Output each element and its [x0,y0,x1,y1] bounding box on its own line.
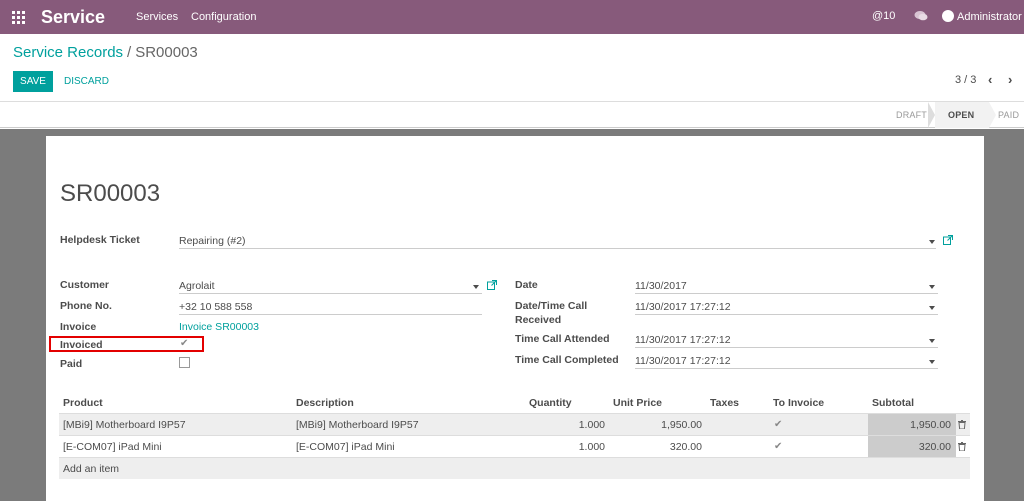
external-link-icon[interactable] [943,235,953,245]
call-completed-label: Time Call Completed [515,354,619,366]
user-avatar-icon[interactable] [942,10,954,22]
stage-open[interactable]: OPEN [948,110,974,120]
field-underline [635,314,938,315]
call-attended-field[interactable]: 11/30/2017 17:27:12 [635,334,731,346]
call-received-field[interactable]: 11/30/2017 17:27:12 [635,301,731,313]
field-underline [635,293,938,294]
column-header-product[interactable]: Product [63,397,103,409]
dropdown-caret-icon[interactable] [929,360,935,364]
save-button[interactable]: SAVE [13,71,53,92]
row-subtotal: 320.00 [918,441,951,453]
highlight-box [49,336,204,352]
row-quantity[interactable]: 1.000 [545,419,605,431]
stage-paid[interactable]: PAID [998,110,1019,120]
row-description[interactable]: [MBi9] Motherboard I9P57 [296,419,419,431]
date-field[interactable]: 11/30/2017 [635,280,687,292]
add-item-link[interactable]: Add an item [63,463,119,475]
stage-separator [989,102,996,128]
helpdesk-ticket-label: Helpdesk Ticket [60,234,140,246]
row-subtotal: 1,950.00 [910,419,951,431]
phone-label: Phone No. [60,300,112,312]
customer-field[interactable]: Agrolait [179,280,215,292]
field-underline [635,368,938,369]
apps-menu-icon[interactable] [12,11,25,24]
row-unit-price[interactable]: 1,950.00 [622,419,702,431]
discard-button[interactable]: DISCARD [64,71,109,92]
stage-draft[interactable]: DRAFT [896,110,927,120]
row-product[interactable]: [MBi9] Motherboard I9P57 [63,419,186,431]
trash-icon[interactable] [958,420,966,429]
dropdown-caret-icon[interactable] [929,285,935,289]
row-unit-price[interactable]: 320.00 [622,441,702,453]
pager-value: 3 / 3 [955,74,977,86]
call-attended-label: Time Call Attended [515,333,610,345]
column-header-subtotal[interactable]: Subtotal [872,397,914,409]
top-navbar: Service Services Configuration @10 Admin… [0,0,1024,34]
column-header-taxes[interactable]: Taxes [710,397,739,409]
paid-checkbox[interactable] [179,357,190,368]
row-quantity[interactable]: 1.000 [545,441,605,453]
breadcrumb-current: SR00003 [135,44,198,61]
helpdesk-ticket-field[interactable]: Repairing (#2) [179,235,246,247]
row-product[interactable]: [E-COM07] iPad Mini [63,441,162,453]
app-title: Service [41,7,106,27]
dropdown-caret-icon[interactable] [929,240,935,244]
row-to-invoice-check-icon[interactable]: ✔ [774,441,782,452]
table-row[interactable] [59,435,970,457]
pager-next-icon[interactable]: › [1008,72,1012,87]
paid-label: Paid [60,358,83,370]
mentions-counter[interactable]: @10 [872,10,895,22]
record-title: SR00003 [60,180,161,207]
user-menu[interactable]: Administrator [957,11,1022,23]
trash-icon[interactable] [958,442,966,451]
field-underline [635,347,938,348]
add-item-row [59,457,970,479]
pager-prev-icon[interactable]: ‹ [988,72,992,87]
call-completed-field[interactable]: 11/30/2017 17:27:12 [635,355,731,367]
chat-icon[interactable] [914,10,928,22]
field-underline [179,248,936,249]
breadcrumb-separator: / [127,44,132,61]
column-header-description[interactable]: Description [296,397,354,409]
dropdown-caret-icon[interactable] [929,339,935,343]
column-header-quantity[interactable]: Quantity [529,397,572,409]
row-description[interactable]: [E-COM07] iPad Mini [296,441,395,453]
dropdown-caret-icon[interactable] [929,306,935,310]
phone-field[interactable]: +32 10 588 558 [179,301,252,313]
row-to-invoice-check-icon[interactable]: ✔ [774,419,782,430]
breadcrumb: Service Records / SR00003 [13,44,198,61]
customer-label: Customer [60,279,110,291]
invoice-link[interactable]: Invoice SR00003 [179,321,259,333]
field-underline [179,293,482,294]
table-row[interactable] [59,413,970,435]
menu-configuration[interactable]: Configuration [191,11,256,23]
status-bar: DRAFT OPEN PAID [0,102,1024,128]
menu-services[interactable]: Services [136,11,178,23]
breadcrumb-parent[interactable]: Service Records [13,44,123,61]
dropdown-caret-icon[interactable] [473,285,479,289]
stage-separator [928,102,935,128]
call-received-label: Date/Time Call [515,300,588,312]
field-underline [179,314,482,315]
external-link-icon[interactable] [487,280,497,290]
date-label: Date [515,279,538,291]
invoice-label: Invoice [60,321,97,333]
column-header-to-invoice[interactable]: To Invoice [773,397,824,409]
call-received-label-line2: Received [515,314,562,326]
column-header-unit-price[interactable]: Unit Price [613,397,662,409]
